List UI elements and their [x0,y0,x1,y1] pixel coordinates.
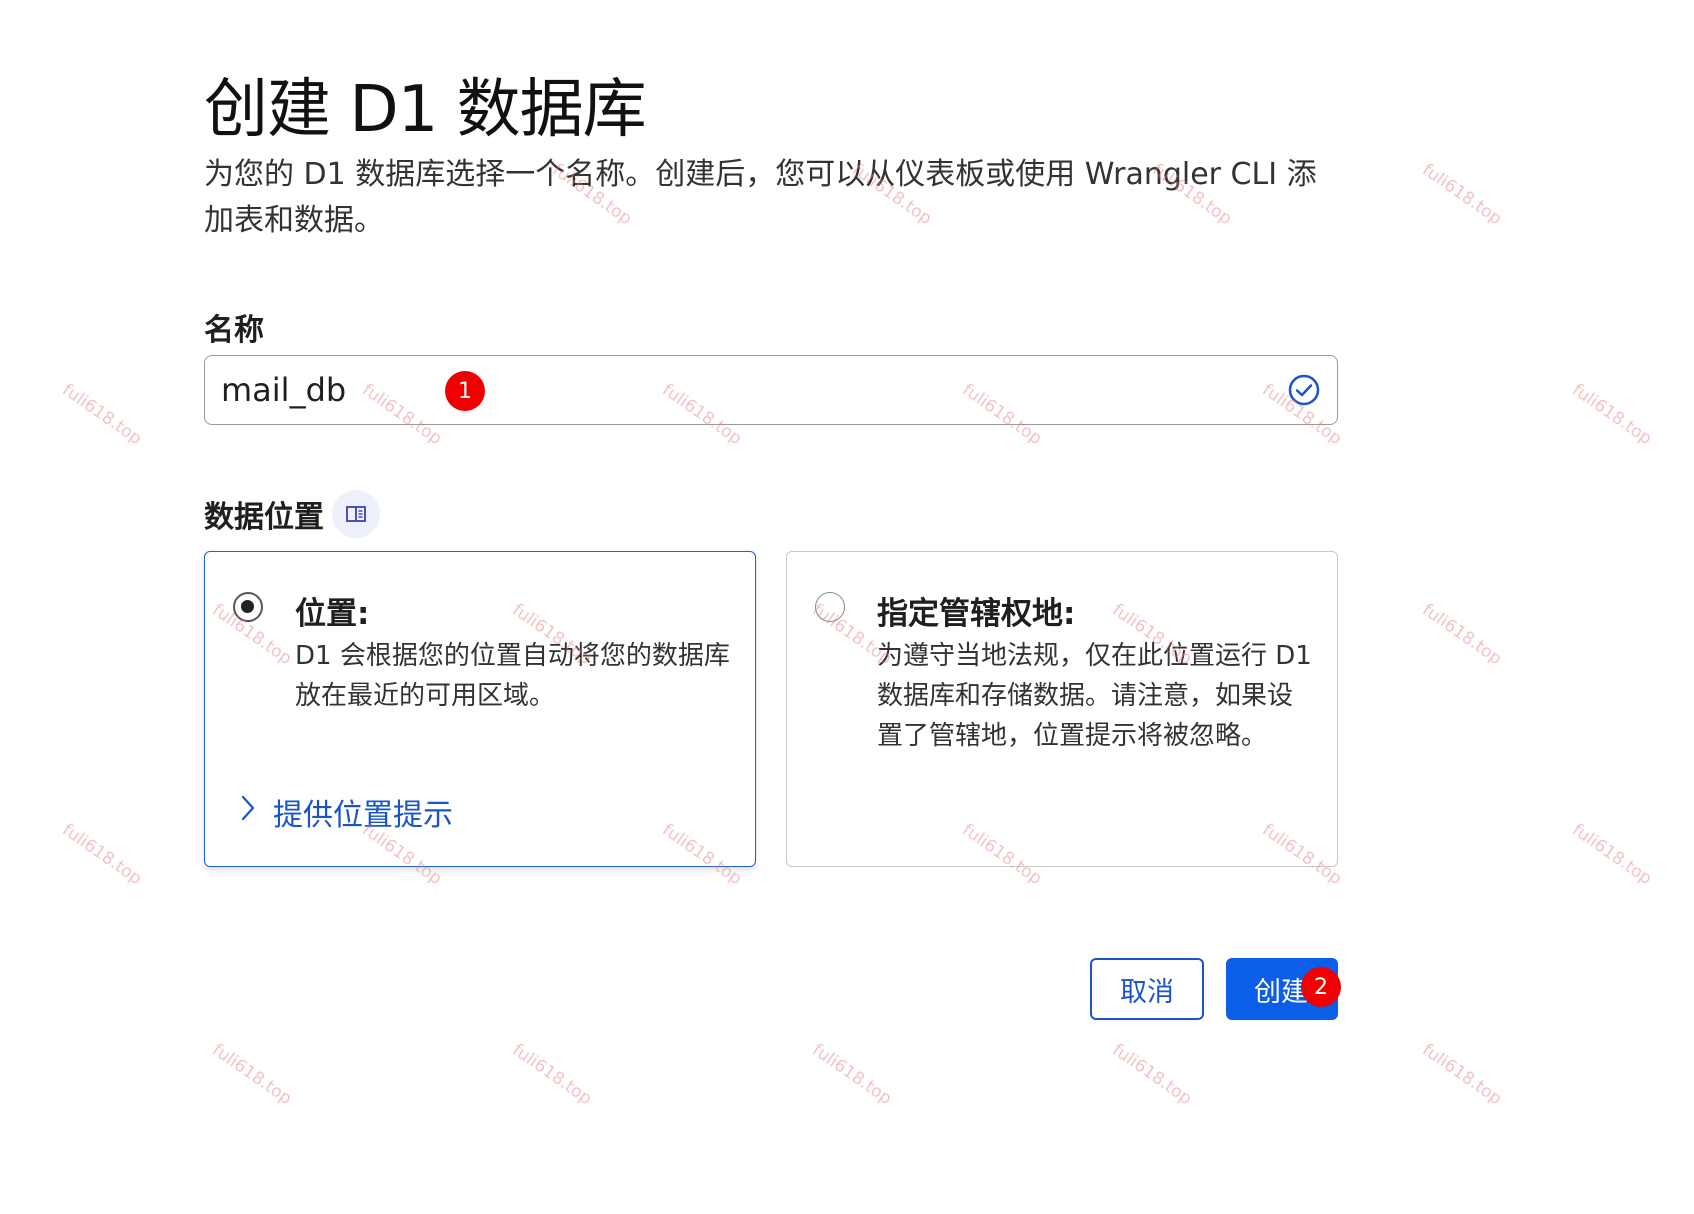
jurisdiction-option-title: 指定管辖权地: [877,596,1076,632]
cancel-button[interactable]: 取消 [1090,958,1204,1020]
watermark-text: fuli618.top [1418,600,1506,670]
watermark-text: fuli618.top [58,380,146,450]
database-name-value[interactable]: mail_db [221,371,346,409]
database-name-input[interactable]: mail_db [204,355,1338,425]
location-option-title: 位置: [295,596,370,632]
page-description: 为您的 D1 数据库选择一个名称。创建后，您可以从仪表板或使用 Wrangler… [204,157,1317,238]
watermark-text: fuli618.top [1418,160,1506,230]
location-option-card[interactable]: 位置: D1 会根据您的位置自动将您的数据库放在最近的可用区域。 提供位置提示 [204,551,756,867]
watermark-text: fuli618.top [1418,1040,1506,1110]
provide-location-hint-link[interactable]: 提供位置提示 [239,790,453,834]
create-button-label[interactable]: 创建 [1254,970,1308,1009]
page-title: 创建 D1 数据库 [204,73,647,147]
watermark-text: fuli618.top [508,1040,596,1110]
jurisdiction-option-description: 为遵守当地法规，仅在此位置运行 D1 数据库和存储数据。请注意，如果设置了管辖地… [877,641,1312,751]
jurisdiction-radio[interactable] [815,592,845,622]
provide-location-hint-label[interactable]: 提供位置提示 [273,790,453,834]
jurisdiction-option-card[interactable]: 指定管辖权地: 为遵守当地法规，仅在此位置运行 D1 数据库和存储数据。请注意，… [786,551,1338,867]
location-radio-selected[interactable] [233,592,263,622]
watermark-text: fuli618.top [58,820,146,890]
watermark-text: fuli618.top [1108,1040,1196,1110]
watermark-text: fuli618.top [808,1040,896,1110]
location-label: 数据位置 [204,500,324,535]
check-circle-icon [1287,373,1321,411]
step-badge-2: 2 [1301,967,1341,1007]
name-label: 名称 [204,313,264,348]
watermark-text: fuli618.top [1568,820,1656,890]
create-d1-database-page: 创建 D1 数据库 为您的 D1 数据库选择一个名称。创建后，您可以从仪表板或使… [0,0,1694,1214]
step-badge-1: 1 [445,371,485,411]
location-label-row: 数据位置 [204,490,380,538]
location-option-description: D1 会根据您的位置自动将您的数据库放在最近的可用区域。 [295,641,730,711]
watermark-text: fuli618.top [208,1040,296,1110]
docs-book-icon[interactable] [332,490,380,538]
watermark-text: fuli618.top [1568,380,1656,450]
chevron-right-icon [239,793,257,831]
